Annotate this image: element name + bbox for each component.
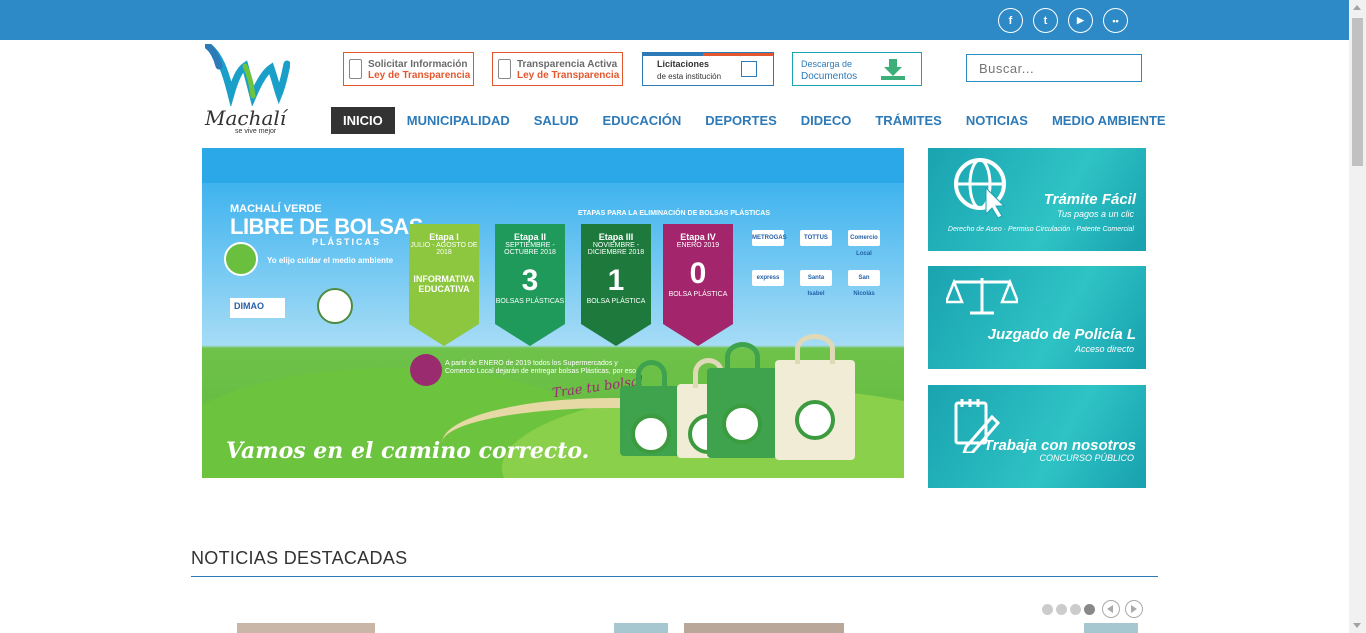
flickr-icon[interactable]: •• [1103, 8, 1128, 33]
logo-name: Machalí [205, 106, 287, 130]
carousel-dot[interactable] [1042, 604, 1053, 615]
nav-item-salud[interactable]: SALUD [522, 107, 591, 134]
news-thumbnail[interactable] [614, 623, 668, 633]
carousel-dot[interactable] [1056, 604, 1067, 615]
juzgado-policia-card[interactable]: Juzgado de Policía L Acceso directo [928, 266, 1146, 369]
transparencia-activa-button[interactable]: Transparencia Activa Ley de Transparenci… [492, 52, 623, 86]
youtube-icon[interactable]: ▶ [1068, 8, 1093, 33]
nav-item-tramites[interactable]: TRÁMITES [863, 107, 953, 134]
news-thumbnail[interactable] [237, 623, 375, 633]
etapas-header: ETAPAS PARA LA ELIMINACIÓN DE BOLSAS PLÁ… [578, 210, 770, 217]
licitaciones-button[interactable]: Licitaciones de esta institución [642, 52, 774, 86]
stage-card: Etapa IV ENERO 2019 0 BOLSA PLÁSTICA [663, 224, 733, 346]
stage-card: Etapa II SEPTIEMBRE - OCTUBRE 2018 3 BOL… [495, 224, 565, 346]
chevron-left-icon [1107, 605, 1113, 613]
scrollbar-thumb[interactable] [1352, 18, 1363, 166]
download-icon [881, 59, 905, 80]
dimao-logo: DIMAO [230, 298, 285, 318]
bag-icon [775, 334, 855, 460]
news-thumbnail[interactable] [684, 623, 844, 633]
nav-item-inicio[interactable]: INICIO [331, 107, 395, 134]
banner-subtitle: Yo elijo cuidar el medio ambiente [267, 256, 394, 265]
nav-item-deportes[interactable]: DEPORTES [693, 107, 789, 134]
section-divider [191, 576, 1158, 577]
documents-icon [741, 61, 757, 77]
top-bar: f t ▶ •• [0, 0, 1349, 40]
section-title: NOTICIAS DESTACADAS [191, 548, 408, 568]
hero-banner[interactable]: MACHALÍ VERDE LIBRE DE BOLSAS PLÁSTICAS … [202, 148, 904, 478]
main-navigation: INICIO MUNICIPALIDAD SALUD EDUCACIÓN DEP… [331, 107, 1178, 134]
bag-icon [620, 360, 682, 456]
vertical-scrollbar[interactable] [1349, 0, 1366, 633]
nav-item-noticias[interactable]: NOTICIAS [954, 107, 1040, 134]
scroll-up-icon[interactable] [1353, 5, 1361, 10]
carousel-next-button[interactable] [1125, 600, 1143, 618]
twitter-icon[interactable]: t [1033, 8, 1058, 33]
banner-title-sub: PLÁSTICAS [312, 237, 382, 247]
green-badge-icon [224, 242, 258, 276]
document-icon [349, 59, 362, 79]
tramite-facil-card[interactable]: Trámite Fácil Tus pagos a un clic Derech… [928, 148, 1146, 251]
scroll-down-icon[interactable] [1353, 623, 1361, 628]
document-icon [498, 59, 511, 79]
banner-slogan: Vamos en el camino correcto. [226, 438, 590, 464]
search-input[interactable] [966, 54, 1142, 82]
logo-tagline: se vive mejor [235, 128, 277, 135]
stage-card: Etapa I JULIO - AGOSTO DE 2018 INFORMATI… [409, 224, 479, 346]
bag-icon [707, 342, 777, 458]
scales-icon [946, 278, 1018, 315]
nav-item-medio-ambiente[interactable]: MEDIO AMBIENTE [1040, 107, 1178, 134]
logo-mark-icon [204, 42, 291, 108]
carousel-dot-active[interactable] [1084, 604, 1095, 615]
trabaja-con-nosotros-card[interactable]: Trabaja con nosotros CONCURSO PÚBLICO [928, 385, 1146, 488]
descarga-documentos-button[interactable]: Descarga de Documentos [792, 52, 922, 86]
seal-icon [317, 288, 353, 324]
facebook-icon[interactable]: f [998, 8, 1023, 33]
calendar-icon [410, 354, 442, 386]
nav-item-municipalidad[interactable]: MUNICIPALIDAD [395, 107, 522, 134]
news-thumbnail[interactable] [1084, 623, 1138, 633]
globe-cursor-icon [954, 158, 1006, 218]
stage-card: Etapa III NOVIEMBRE - DICIEMBRE 2018 1 B… [581, 224, 651, 346]
chevron-right-icon [1131, 605, 1137, 613]
solicitar-informacion-button[interactable]: Solicitar Información Ley de Transparenc… [343, 52, 474, 86]
site-logo[interactable]: Machalí se vive mejor [204, 42, 291, 138]
nav-item-educacion[interactable]: EDUCACIÓN [591, 107, 694, 134]
nav-item-dideco[interactable]: DIDECO [789, 107, 864, 134]
carousel-prev-button[interactable] [1102, 600, 1120, 618]
banner-notice: A partir de ENERO de 2019 todos los Supe… [445, 360, 642, 375]
carousel-dot[interactable] [1070, 604, 1081, 615]
